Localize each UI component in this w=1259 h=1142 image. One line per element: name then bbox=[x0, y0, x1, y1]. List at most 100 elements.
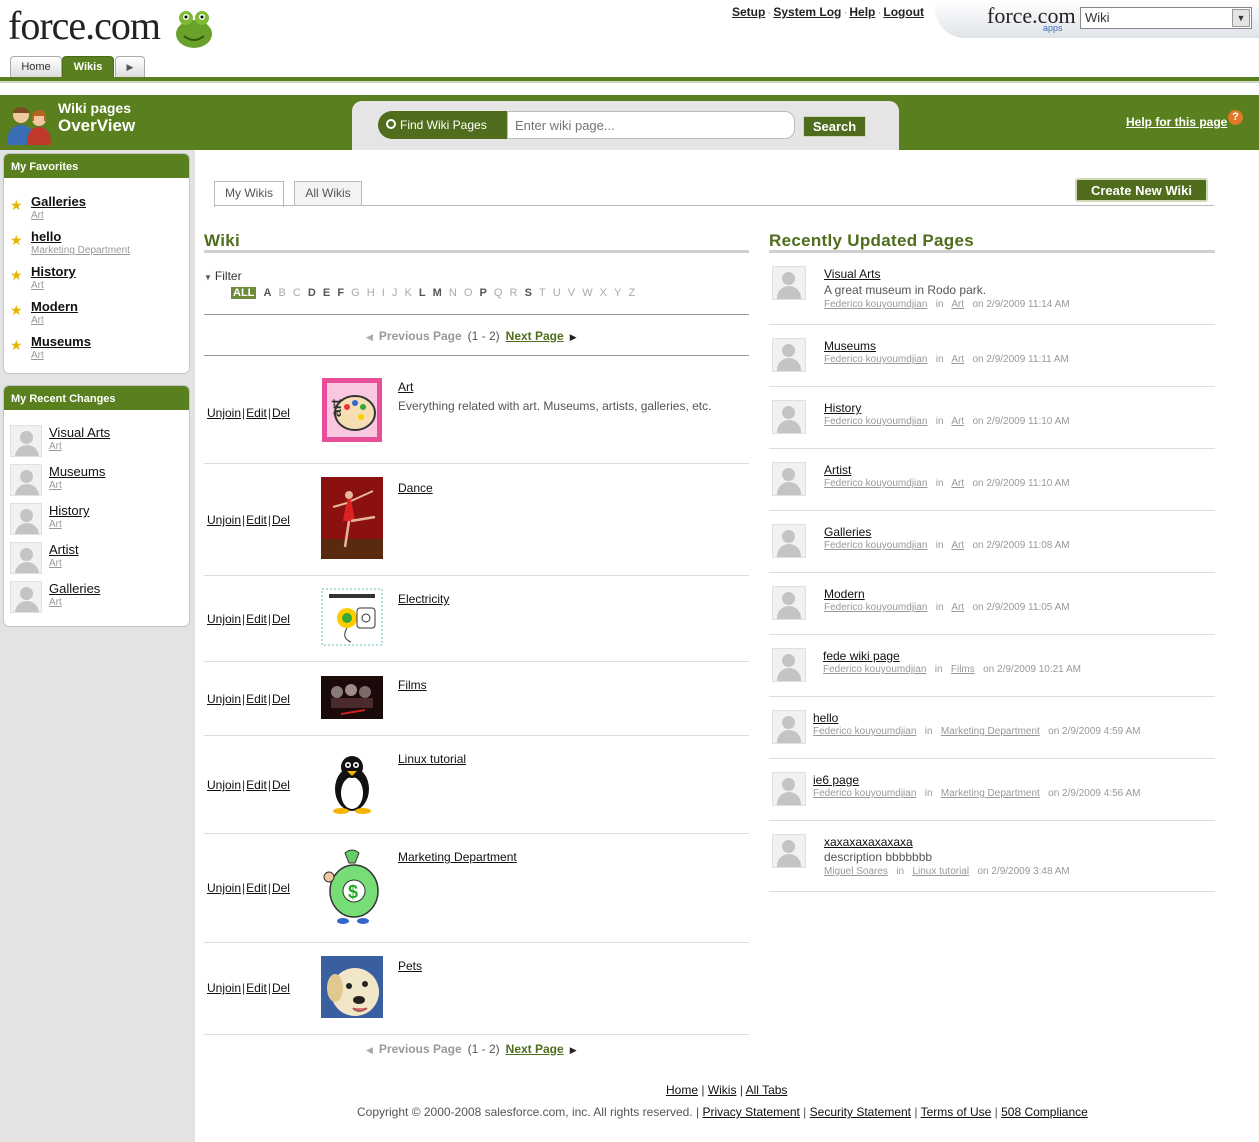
recent-change-wiki-link[interactable]: Art bbox=[49, 558, 62, 569]
author-link[interactable]: Federico kouyoumdjian bbox=[824, 299, 927, 310]
previous-page-link[interactable]: Previous Page bbox=[379, 1042, 462, 1056]
unjoin-link[interactable]: Unjoin bbox=[207, 778, 241, 792]
logout-link[interactable]: Logout bbox=[883, 5, 924, 19]
wiki-link[interactable]: Art bbox=[951, 602, 964, 613]
search-input[interactable] bbox=[507, 111, 795, 139]
wiki-link[interactable]: Films bbox=[951, 664, 975, 675]
footer-all-tabs-link[interactable]: All Tabs bbox=[746, 1083, 788, 1097]
unjoin-link[interactable]: Unjoin bbox=[207, 612, 241, 626]
edit-link[interactable]: Edit bbox=[246, 881, 267, 895]
letter-filter-b[interactable]: B bbox=[278, 287, 285, 299]
wiki-name-link[interactable]: Art bbox=[398, 380, 413, 394]
favorite-wiki-link[interactable]: Art bbox=[31, 280, 44, 291]
tab-more-arrow[interactable]: ▶ bbox=[115, 56, 145, 78]
next-page-link[interactable]: Next Page bbox=[506, 329, 564, 343]
letter-filter-p[interactable]: P bbox=[480, 287, 487, 299]
letter-filter-k[interactable]: K bbox=[404, 287, 411, 299]
help-for-page-link[interactable]: Help for this page bbox=[1126, 115, 1227, 129]
triangle-right-icon[interactable]: ▶ bbox=[570, 1045, 577, 1055]
delete-link[interactable]: Del bbox=[272, 881, 290, 895]
wiki-name-link[interactable]: Marketing Department bbox=[398, 850, 517, 864]
help-icon[interactable]: ? bbox=[1228, 110, 1243, 125]
recent-page-link[interactable]: ie6 page bbox=[813, 773, 859, 787]
recent-change-link[interactable]: Galleries bbox=[49, 581, 100, 596]
recent-change-wiki-link[interactable]: Art bbox=[49, 519, 62, 530]
delete-link[interactable]: Del bbox=[272, 406, 290, 420]
recent-change-wiki-link[interactable]: Art bbox=[49, 480, 62, 491]
recent-change-link[interactable]: History bbox=[49, 503, 89, 518]
favorite-link[interactable]: History bbox=[31, 264, 76, 279]
edit-link[interactable]: Edit bbox=[246, 406, 267, 420]
delete-link[interactable]: Del bbox=[272, 612, 290, 626]
favorite-wiki-link[interactable]: Art bbox=[31, 210, 44, 221]
terms-of-use-link[interactable]: Terms of Use bbox=[921, 1105, 992, 1119]
letter-filter-e[interactable]: E bbox=[323, 287, 330, 299]
letter-filter-q[interactable]: Q bbox=[494, 287, 503, 299]
edit-link[interactable]: Edit bbox=[246, 692, 267, 706]
app-select[interactable]: Wiki ▼ bbox=[1080, 7, 1252, 29]
author-link[interactable]: Federico kouyoumdjian bbox=[824, 478, 927, 489]
recent-change-link[interactable]: Artist bbox=[49, 542, 79, 557]
tab-all-wikis[interactable]: All Wikis bbox=[294, 181, 362, 206]
letter-filter-x[interactable]: X bbox=[600, 287, 607, 299]
letter-filter-all[interactable]: ALL bbox=[231, 287, 257, 299]
filter-toggle[interactable]: ▼ Filter bbox=[204, 269, 242, 283]
recent-page-link[interactable]: Artist bbox=[824, 463, 851, 477]
system-log-link[interactable]: System Log bbox=[773, 5, 841, 19]
unjoin-link[interactable]: Unjoin bbox=[207, 881, 241, 895]
unjoin-link[interactable]: Unjoin bbox=[207, 513, 241, 527]
letter-filter-m[interactable]: M bbox=[433, 287, 442, 299]
setup-link[interactable]: Setup bbox=[732, 5, 765, 19]
create-new-wiki-button[interactable]: Create New Wiki bbox=[1075, 178, 1208, 202]
star-icon[interactable]: ★ bbox=[10, 337, 23, 354]
letter-filter-u[interactable]: U bbox=[553, 287, 561, 299]
favorite-link[interactable]: Museums bbox=[31, 334, 91, 349]
recent-page-link[interactable]: Visual Arts bbox=[824, 267, 880, 281]
footer-wikis-link[interactable]: Wikis bbox=[708, 1083, 737, 1097]
recent-page-link[interactable]: History bbox=[824, 401, 861, 415]
favorite-link[interactable]: Modern bbox=[31, 299, 78, 314]
letter-filter-g[interactable]: G bbox=[351, 287, 360, 299]
favorite-link[interactable]: hello bbox=[31, 229, 61, 244]
help-link[interactable]: Help bbox=[849, 5, 875, 19]
recent-page-link[interactable]: Modern bbox=[824, 587, 865, 601]
wiki-name-link[interactable]: Electricity bbox=[398, 592, 449, 606]
recent-change-link[interactable]: Museums bbox=[49, 464, 105, 479]
letter-filter-z[interactable]: Z bbox=[628, 287, 635, 299]
recent-page-link[interactable]: Galleries bbox=[824, 525, 871, 539]
privacy-statement-link[interactable]: Privacy Statement bbox=[702, 1105, 799, 1119]
letter-filter-t[interactable]: T bbox=[539, 287, 546, 299]
wiki-name-link[interactable]: Pets bbox=[398, 959, 422, 973]
letter-filter-w[interactable]: W bbox=[582, 287, 592, 299]
favorite-wiki-link[interactable]: Art bbox=[31, 315, 44, 326]
tab-my-wikis[interactable]: My Wikis bbox=[214, 181, 284, 207]
author-link[interactable]: Federico kouyoumdjian bbox=[824, 540, 927, 551]
letter-filter-f[interactable]: F bbox=[337, 287, 344, 299]
unjoin-link[interactable]: Unjoin bbox=[207, 406, 241, 420]
letter-filter-d[interactable]: D bbox=[308, 287, 316, 299]
author-link[interactable]: Federico kouyoumdjian bbox=[824, 354, 927, 365]
wiki-link[interactable]: Linux tutorial bbox=[912, 866, 969, 877]
letter-filter-c[interactable]: C bbox=[293, 287, 301, 299]
letter-filter-v[interactable]: V bbox=[568, 287, 575, 299]
recent-page-link[interactable]: xaxaxaxaxaxaxa bbox=[824, 835, 913, 849]
letter-filter-h[interactable]: H bbox=[367, 287, 375, 299]
edit-link[interactable]: Edit bbox=[246, 513, 267, 527]
tab-home[interactable]: Home bbox=[10, 56, 62, 78]
letter-filter-i[interactable]: I bbox=[382, 287, 385, 299]
author-link[interactable]: Federico kouyoumdjian bbox=[823, 664, 926, 675]
compliance-508-link[interactable]: 508 Compliance bbox=[1001, 1105, 1088, 1119]
next-page-link[interactable]: Next Page bbox=[506, 1042, 564, 1056]
footer-home-link[interactable]: Home bbox=[666, 1083, 698, 1097]
tab-wikis[interactable]: Wikis bbox=[62, 56, 114, 78]
star-icon[interactable]: ★ bbox=[10, 267, 23, 284]
recent-page-link[interactable]: Museums bbox=[824, 339, 876, 353]
recent-change-link[interactable]: Visual Arts bbox=[49, 425, 110, 440]
delete-link[interactable]: Del bbox=[272, 692, 290, 706]
author-link[interactable]: Federico kouyoumdjian bbox=[824, 602, 927, 613]
edit-link[interactable]: Edit bbox=[246, 778, 267, 792]
wiki-link[interactable]: Art bbox=[951, 540, 964, 551]
author-link[interactable]: Federico kouyoumdjian bbox=[813, 788, 916, 799]
delete-link[interactable]: Del bbox=[272, 513, 290, 527]
letter-filter-s[interactable]: S bbox=[525, 287, 532, 299]
